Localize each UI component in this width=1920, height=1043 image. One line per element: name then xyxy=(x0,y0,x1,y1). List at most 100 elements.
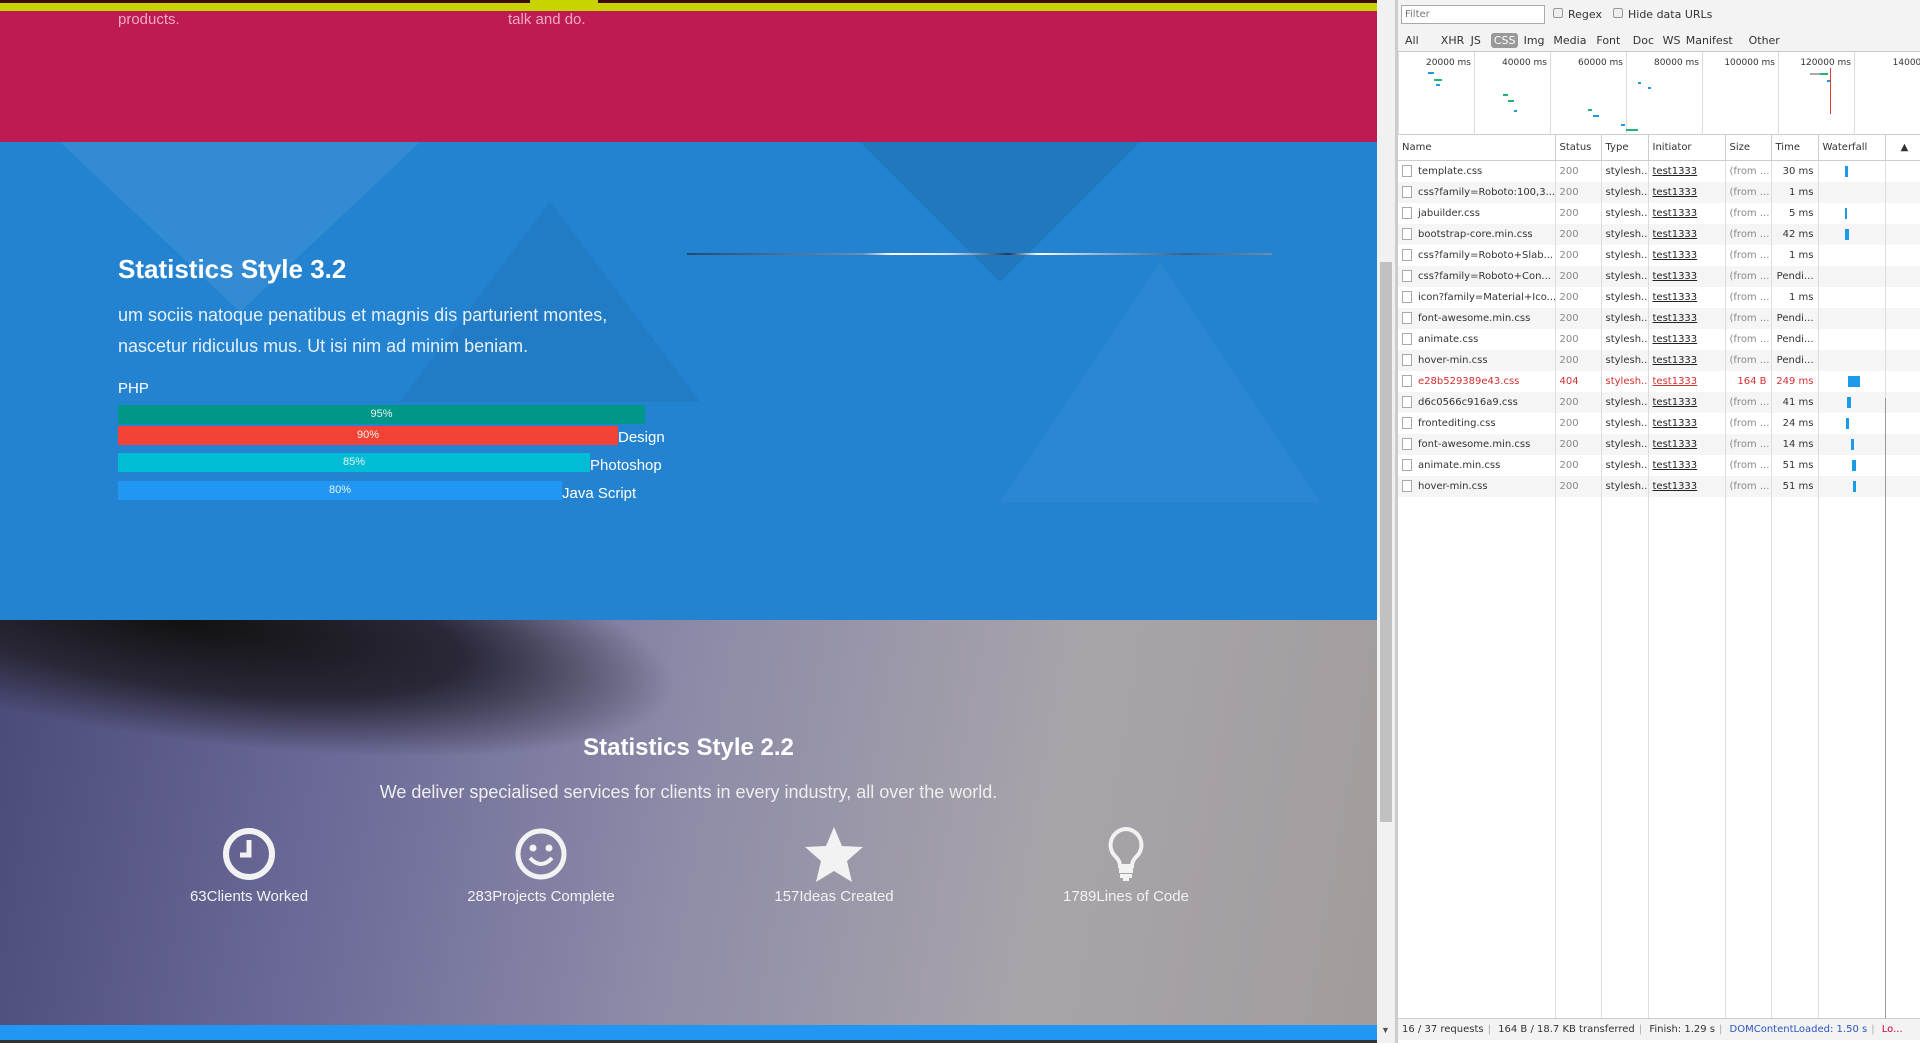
initiator-link[interactable]: test1333 xyxy=(1653,292,1698,303)
initiator-link[interactable]: test1333 xyxy=(1653,187,1698,198)
table-row[interactable]: css?family=Roboto:100,3... 200 stylesh... t… xyxy=(1398,181,1920,203)
request-name[interactable]: css?family=Roboto+Con... xyxy=(1398,265,1556,287)
spacer-cell xyxy=(1885,328,1920,350)
table-row[interactable]: css?family=Roboto+Con... 200 stylesh... tes… xyxy=(1398,265,1920,287)
page-scrollbar[interactable]: ▼ xyxy=(1377,0,1395,1043)
initiator: test1333 xyxy=(1648,328,1726,350)
regex-checkbox[interactable] xyxy=(1553,8,1563,18)
file-icon xyxy=(1402,354,1412,366)
request-name[interactable]: css?family=Roboto+Slab... xyxy=(1398,244,1556,266)
table-row[interactable]: hover-min.css 200 stylesh... test1333 (from … xyxy=(1398,349,1920,371)
skill-bar-php: 95% xyxy=(118,405,645,424)
tick-label: 80000 ms xyxy=(1654,58,1699,68)
skill-label-php: PHP xyxy=(118,380,149,397)
request-name[interactable]: e28b529389e43.css xyxy=(1398,370,1556,392)
initiator-link[interactable]: test1333 xyxy=(1653,313,1698,324)
scrollbar-thumb[interactable] xyxy=(1380,262,1392,822)
name-text: bootstrap-core.min.css xyxy=(1418,229,1533,240)
section-title: Statistics Style 3.2 xyxy=(118,254,347,284)
network-overview-timeline[interactable]: 20000 ms 40000 ms 60000 ms 80000 ms 100000 m… xyxy=(1398,52,1920,135)
initiator-link[interactable]: test1333 xyxy=(1653,355,1698,366)
column-status[interactable]: Status xyxy=(1555,135,1602,161)
filter-img[interactable]: Img xyxy=(1521,33,1548,48)
waterfall xyxy=(1818,370,1886,392)
request-name[interactable]: icon?family=Material+Ico... xyxy=(1398,286,1556,308)
file-icon xyxy=(1402,228,1412,240)
table-row[interactable]: icon?family=Material+Ico... 200 stylesh...… xyxy=(1398,286,1920,308)
load-marker-line xyxy=(1830,68,1831,114)
request-name[interactable]: bootstrap-core.min.css xyxy=(1398,223,1556,245)
filter-all[interactable]: All xyxy=(1402,33,1422,48)
name-text: template.css xyxy=(1418,166,1483,177)
table-row[interactable]: css?family=Roboto+Slab... 200 stylesh... te… xyxy=(1398,244,1920,266)
filter-manifest[interactable]: Manifest xyxy=(1683,33,1736,48)
table-row[interactable]: bootstrap-core.min.css 200 stylesh... test1… xyxy=(1398,223,1920,245)
filter-js[interactable]: JS xyxy=(1468,33,1484,48)
column-waterfall[interactable]: Waterfall xyxy=(1818,135,1886,161)
devtools-network-panel: Regex Hide data URLs All XHRJS CSSImgMedia… xyxy=(1395,0,1920,1043)
time: 30 ms xyxy=(1771,160,1819,182)
overview-tick: 80000 ms xyxy=(1626,52,1702,135)
time: 1 ms xyxy=(1771,286,1819,308)
filter-xhr[interactable]: XHR xyxy=(1438,33,1467,48)
request-name[interactable]: template.css xyxy=(1398,160,1556,182)
waterfall xyxy=(1818,160,1886,182)
initiator-link[interactable]: test1333 xyxy=(1653,376,1698,387)
initiator-link[interactable]: test1333 xyxy=(1653,250,1698,261)
request-name[interactable]: hover-min.css xyxy=(1398,349,1556,371)
time: Pendi... xyxy=(1771,265,1819,287)
column-size[interactable]: Size xyxy=(1725,135,1772,161)
smiley-icon xyxy=(515,828,567,880)
initiator-link[interactable]: test1333 xyxy=(1653,271,1698,282)
clock-icon xyxy=(223,828,275,880)
waterfall xyxy=(1818,202,1886,224)
filter-doc[interactable]: Doc xyxy=(1630,33,1657,48)
overview-mark xyxy=(1593,115,1599,117)
spacer-cell xyxy=(1885,202,1920,224)
waterfall xyxy=(1818,181,1886,203)
tick-label: 40000 ms xyxy=(1502,58,1547,68)
initiator-link[interactable]: test1333 xyxy=(1653,229,1698,240)
size: 164 B xyxy=(1725,370,1772,392)
file-icon xyxy=(1402,312,1412,324)
time: 249 ms xyxy=(1771,370,1819,392)
status: 200 xyxy=(1555,307,1602,329)
table-row[interactable]: e28b529389e43.css 404 stylesh... test1333 16… xyxy=(1398,370,1920,392)
filter-bar: Regex Hide data URLs xyxy=(1398,0,1920,28)
tick-label: 120000 ms xyxy=(1800,58,1851,68)
time: Pendi... xyxy=(1771,328,1819,350)
type: stylesh... xyxy=(1601,160,1649,182)
column-name[interactable]: Name xyxy=(1398,135,1556,161)
column-time[interactable]: Time xyxy=(1771,135,1819,161)
name-text: hover-min.css xyxy=(1418,355,1488,366)
table-row[interactable]: template.css 200 stylesh... test1333 (from .… xyxy=(1398,160,1920,182)
scroll-down-arrow-icon[interactable]: ▼ xyxy=(1381,1025,1390,1035)
filter-font[interactable]: Font xyxy=(1593,33,1623,48)
filter-media[interactable]: Media xyxy=(1550,33,1589,48)
request-name[interactable]: css?family=Roboto:100,3... xyxy=(1398,181,1556,203)
initiator-link[interactable]: test1333 xyxy=(1653,166,1698,177)
spacer-cell xyxy=(1885,265,1920,287)
hide-data-urls-checkbox[interactable] xyxy=(1613,8,1623,18)
filter-input[interactable] xyxy=(1401,5,1545,24)
initiator-link[interactable]: test1333 xyxy=(1653,208,1698,219)
request-name[interactable]: jabuilder.css xyxy=(1398,202,1556,224)
request-name[interactable]: animate.css xyxy=(1398,328,1556,350)
filter-ws[interactable]: WS xyxy=(1660,33,1684,48)
column-type[interactable]: Type xyxy=(1601,135,1649,161)
column-initiator[interactable]: Initiator xyxy=(1648,135,1726,161)
stat-code: 1789Lines of Code xyxy=(996,826,1256,905)
sort-arrow-icon[interactable]: ▲ xyxy=(1885,135,1920,161)
filter-other[interactable]: Other xyxy=(1746,33,1783,48)
size: (from ... xyxy=(1725,349,1772,371)
tick-label: 140000 xyxy=(1892,58,1920,68)
table-row[interactable]: jabuilder.css 200 stylesh... test1333 (from … xyxy=(1398,202,1920,224)
initiator-link[interactable]: test1333 xyxy=(1653,334,1698,345)
filter-css[interactable]: CSS xyxy=(1490,33,1519,48)
request-name[interactable]: font-awesome.min.css xyxy=(1398,307,1556,329)
waterfall xyxy=(1818,286,1886,308)
skill-label-javascript: Java Script xyxy=(562,485,637,502)
initiator: test1333 xyxy=(1648,265,1726,287)
table-row[interactable]: font-awesome.min.css 200 stylesh... test133… xyxy=(1398,307,1920,329)
table-row[interactable]: animate.css 200 stylesh... test1333 (from ..… xyxy=(1398,328,1920,350)
